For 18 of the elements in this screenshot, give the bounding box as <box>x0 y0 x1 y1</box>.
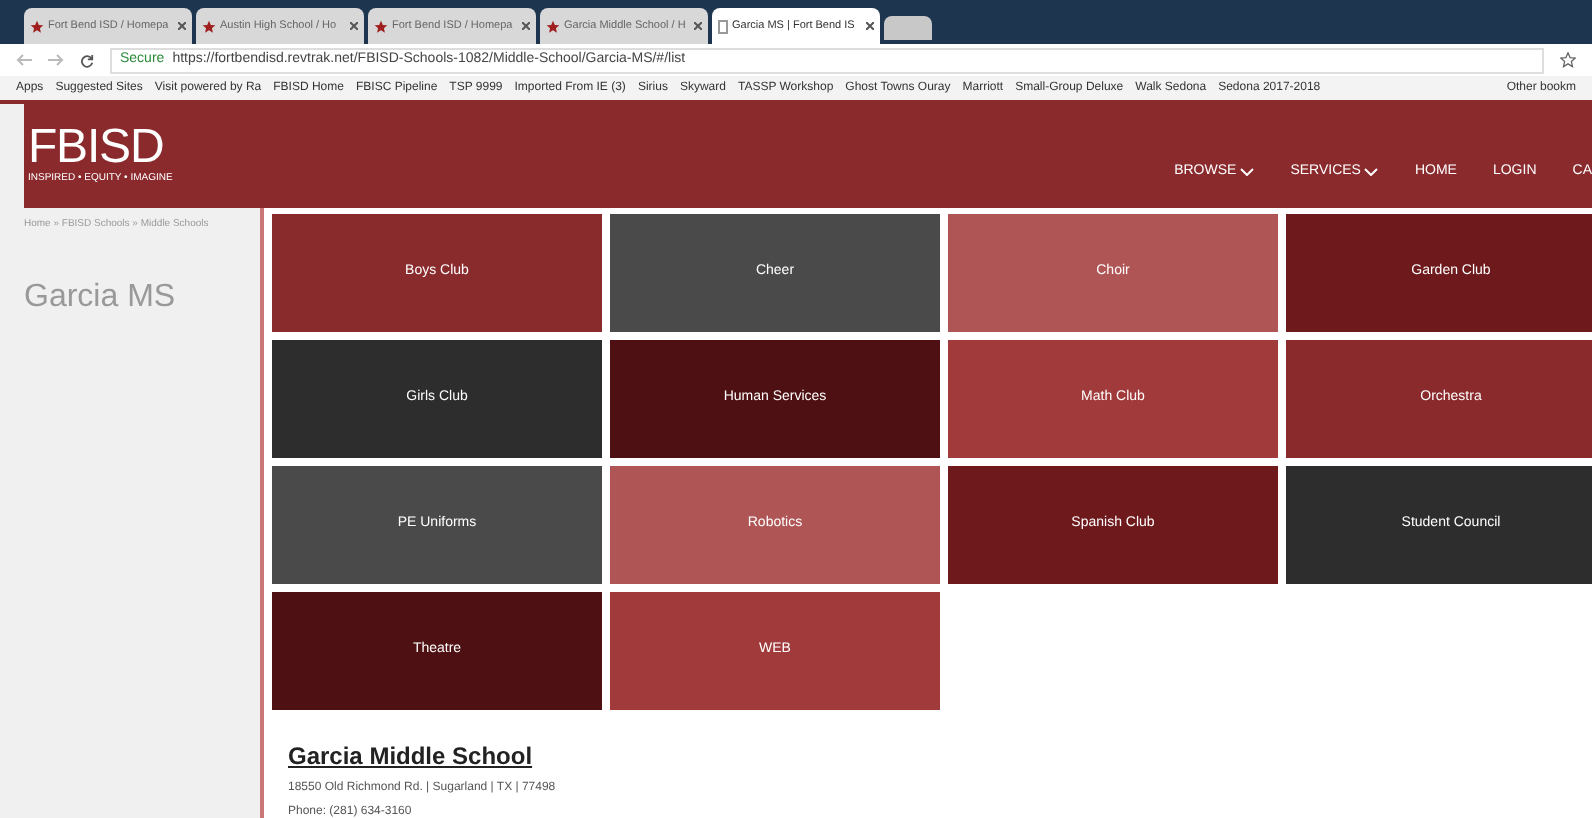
close-icon[interactable] <box>350 22 358 30</box>
star-icon <box>546 19 560 33</box>
star-icon <box>202 19 216 33</box>
page-title: Garcia MS <box>24 277 178 317</box>
page-icon <box>718 19 728 33</box>
star-icon[interactable] <box>1560 52 1576 68</box>
school-name[interactable]: Garcia Middle School <box>288 738 1592 774</box>
new-tab-button[interactable] <box>884 16 932 40</box>
close-icon[interactable] <box>866 22 874 30</box>
chevron-down-icon <box>1240 168 1255 176</box>
close-icon[interactable] <box>178 22 186 30</box>
close-icon[interactable] <box>694 22 702 30</box>
close-icon[interactable] <box>522 22 530 30</box>
site-logo[interactable]: FBISD <box>28 124 173 173</box>
chevron-down-icon <box>1364 168 1379 176</box>
star-icon <box>374 19 388 33</box>
reload-icon[interactable] <box>80 53 94 67</box>
star-icon <box>30 19 44 33</box>
